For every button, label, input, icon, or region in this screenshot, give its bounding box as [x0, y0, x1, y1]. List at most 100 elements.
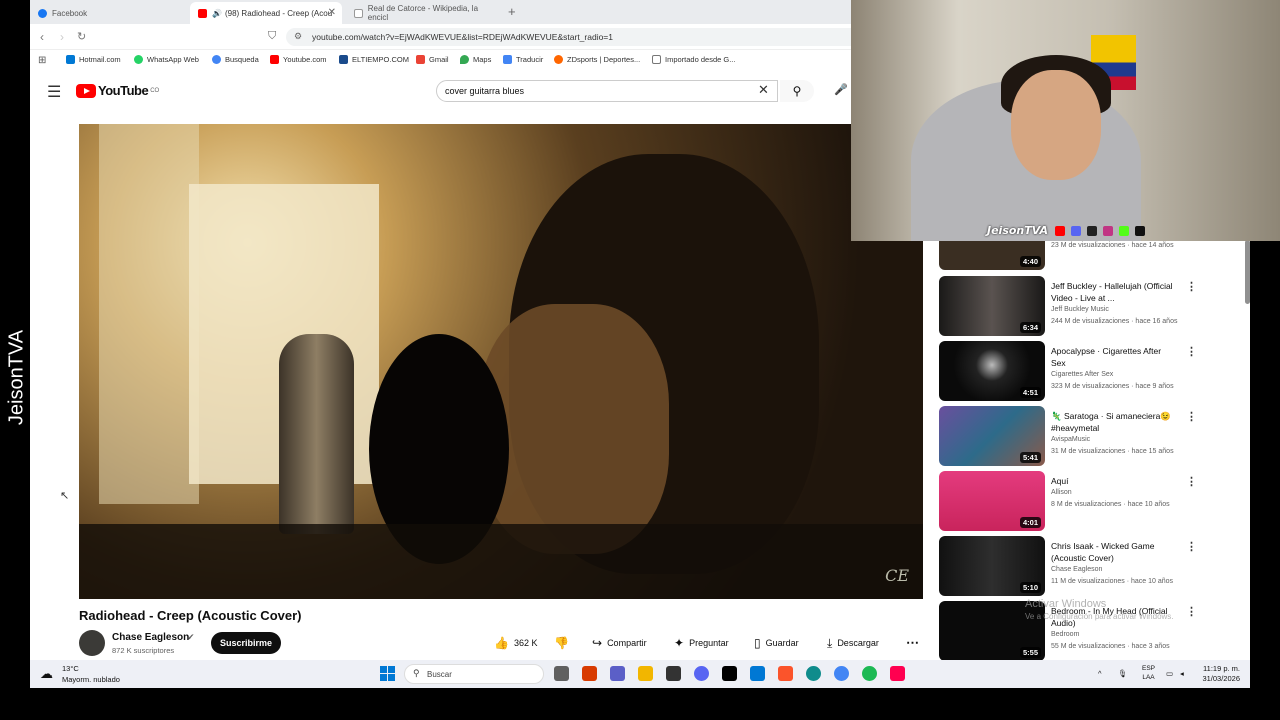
file-explorer-icon[interactable]: [638, 666, 653, 681]
more-options-icon[interactable]: ⋮: [1186, 345, 1197, 358]
microphone-icon[interactable]: 🎤: [834, 83, 848, 96]
taskbar-search[interactable]: ⚲ Buscar: [404, 664, 544, 684]
bookmark-zdsports[interactable]: ZDsports | Deportes...: [554, 55, 640, 64]
site-info-icon[interactable]: ⚙: [294, 31, 302, 42]
list-item[interactable]: 5:41 🦎 Saratoga · Si amaneciera😉 #heavym…: [939, 406, 1239, 468]
folder-icon: [652, 55, 661, 64]
video-thumbnail[interactable]: 5:10: [939, 536, 1045, 596]
search-button[interactable]: ⚲: [780, 80, 814, 102]
more-options-icon[interactable]: ⋮: [1186, 280, 1197, 293]
video-title[interactable]: Aquí: [1051, 475, 1177, 487]
language-indicator[interactable]: ESP LAA: [1142, 664, 1155, 682]
bookmark-busqueda[interactable]: Busqueda: [212, 55, 259, 64]
close-icon[interactable]: ✕: [328, 7, 336, 18]
bookmark-icon[interactable]: ⛉: [268, 30, 276, 43]
weather-description[interactable]: Mayorm. nublado: [62, 675, 120, 684]
video-title[interactable]: Chris Isaak - Wicked Game (Acoustic Cove…: [1051, 540, 1177, 564]
video-thumbnail[interactable]: 5:41: [939, 406, 1045, 466]
bookmark-maps[interactable]: Maps: [460, 55, 491, 64]
video-title[interactable]: 🦎 Saratoga · Si amaneciera😉 #heavymetal: [1051, 410, 1177, 434]
address-bar[interactable]: ⚙ youtube.com/watch?v=EjWAdKWEVUE&list=R…: [286, 28, 886, 46]
more-options-icon[interactable]: ⋮: [1186, 410, 1197, 423]
video-title[interactable]: Jeff Buckley - Hallelujah (Official Vide…: [1051, 280, 1177, 304]
tiktok-app-icon[interactable]: [722, 666, 737, 681]
clock-time: 11:19 p. m.: [1203, 664, 1240, 673]
bookmark-label: ELTIEMPO.COM: [352, 55, 409, 64]
bookmark-hotmail[interactable]: Hotmail.com: [66, 55, 121, 64]
chrome-icon[interactable]: [834, 666, 849, 681]
list-item[interactable]: 5:10 Chris Isaak - Wicked Game (Acoustic…: [939, 536, 1239, 598]
maps-icon: [460, 55, 469, 64]
more-options-icon[interactable]: ⋮: [1186, 605, 1197, 618]
volume-icon[interactable]: ◂: [1180, 669, 1184, 678]
list-item[interactable]: 6:34 Jeff Buckley - Hallelujah (Official…: [939, 276, 1239, 338]
channel-name[interactable]: Jeff Buckley Music: [1051, 304, 1231, 315]
back-icon[interactable]: ‹: [40, 30, 44, 44]
video-thumbnail[interactable]: 6:34: [939, 276, 1045, 336]
video-title[interactable]: Apocalypse · Cigarettes After Sex: [1051, 345, 1177, 369]
tray-chevron-icon[interactable]: ^: [1098, 669, 1102, 678]
video-thumbnail[interactable]: 4:01: [939, 471, 1045, 531]
tab-facebook[interactable]: Facebook: [30, 2, 188, 24]
channel-avatar[interactable]: [79, 630, 105, 656]
microphone-tray-icon[interactable]: 🎙: [1118, 669, 1128, 678]
ask-button[interactable]: ✦ Preguntar: [674, 632, 729, 654]
channel-name[interactable]: AvispaMusic: [1051, 434, 1231, 445]
tab-radiohead[interactable]: 🔊 (98) Radiohead - Creep (Acou ✕: [190, 2, 342, 24]
system-clock[interactable]: 11:19 p. m. 31/03/2026: [1190, 664, 1240, 684]
spotify-icon[interactable]: [862, 666, 877, 681]
channel-name[interactable]: Bedroom: [1051, 629, 1231, 640]
dislike-button[interactable]: 👎: [554, 632, 574, 654]
bookmark-gmail[interactable]: Gmail: [416, 55, 449, 64]
video-player[interactable]: CE: [79, 124, 923, 599]
more-options-icon[interactable]: ⋮: [1186, 540, 1197, 553]
forward-icon[interactable]: ›: [60, 30, 64, 44]
video-thumbnail[interactable]: 4:51: [939, 341, 1045, 401]
edge-icon[interactable]: [806, 666, 821, 681]
channel-name[interactable]: Allison: [1051, 487, 1231, 498]
channel-name[interactable]: Chase Eagleson: [112, 632, 189, 643]
reload-icon[interactable]: ↻: [77, 30, 86, 43]
weather-cloud-icon[interactable]: ☁: [40, 666, 53, 682]
teams-icon[interactable]: [610, 666, 625, 681]
bookmark-whatsapp[interactable]: WhatsApp Web: [134, 55, 199, 64]
like-button[interactable]: 👍 362 K: [494, 632, 537, 654]
list-item[interactable]: 4:01 Aquí Allison 8 M de visualizaciones…: [939, 471, 1239, 533]
channel-name[interactable]: Chase Eagleson: [1051, 564, 1231, 575]
subscribe-button[interactable]: Suscribirme: [211, 632, 281, 654]
share-button[interactable]: ↪ Compartir: [592, 632, 647, 654]
new-tab-icon[interactable]: +: [508, 4, 516, 19]
wikipedia-icon: [354, 8, 363, 18]
tab-wikipedia[interactable]: Real de Catorce - Wikipedia, la encicl: [346, 2, 496, 24]
windows-start-icon[interactable]: [380, 666, 395, 681]
search-input[interactable]: cover guitarra blues: [436, 80, 778, 102]
apps-grid-icon[interactable]: ⊞: [38, 55, 46, 66]
hamburger-menu-icon[interactable]: ☰: [47, 82, 61, 102]
more-options-icon[interactable]: ⋮: [1186, 475, 1197, 488]
duration-badge: 4:51: [1019, 387, 1041, 398]
channel-watermark[interactable]: CE: [885, 566, 909, 585]
channel-name[interactable]: Cigarettes After Sex: [1051, 369, 1231, 380]
copilot-icon[interactable]: [582, 666, 597, 681]
photos-app-icon[interactable]: [750, 666, 765, 681]
youtube-logo[interactable]: YouTube CO: [76, 83, 159, 98]
tiktok-live-icon[interactable]: [890, 666, 905, 681]
brave-browser-icon[interactable]: [778, 666, 793, 681]
list-item[interactable]: 4:40 23 M de visualizaciones · hace 14 a…: [939, 240, 1239, 272]
bookmark-imported[interactable]: Importado desde G...: [652, 55, 735, 64]
bookmark-traducir[interactable]: Traducir: [503, 55, 543, 64]
network-icon[interactable]: ▭: [1166, 669, 1173, 678]
video-thumbnail[interactable]: 4:40: [939, 240, 1045, 270]
bookmark-youtube[interactable]: Youtube.com: [270, 55, 327, 64]
download-button[interactable]: ⤓ Descargar: [827, 632, 879, 654]
more-actions-button[interactable]: ⋯: [906, 632, 919, 654]
task-view-icon[interactable]: [554, 666, 569, 681]
list-item[interactable]: 4:51 Apocalypse · Cigarettes After Sex C…: [939, 341, 1239, 403]
settings-app-icon[interactable]: [666, 666, 681, 681]
clear-search-icon[interactable]: ✕: [758, 82, 769, 98]
bookmark-eltiempo[interactable]: ELTIEMPO.COM: [339, 55, 409, 64]
sidebar-scrollbar[interactable]: [1245, 240, 1250, 304]
save-button[interactable]: ▯ Guardar: [754, 632, 799, 654]
discord-icon[interactable]: [694, 666, 709, 681]
weather-temperature[interactable]: 13°C: [62, 664, 79, 673]
